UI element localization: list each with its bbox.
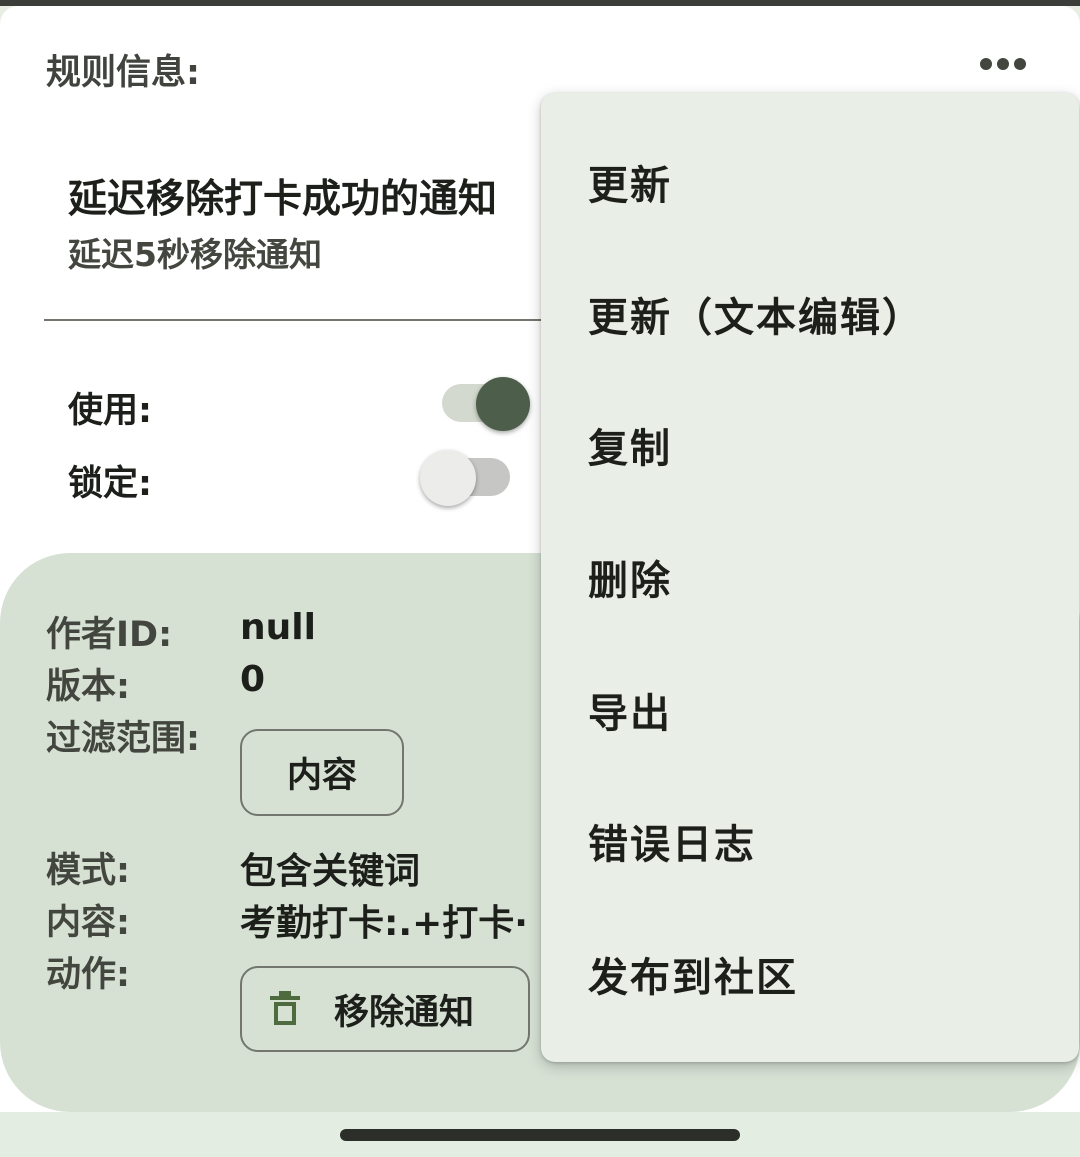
home-indicator[interactable] <box>340 1129 740 1141</box>
author-value: null <box>240 607 316 648</box>
overflow-menu: 更新 更新（文本编辑） 复制 删除 导出 错误日志 发布到社区 <box>541 93 1079 1062</box>
menu-item-export[interactable]: 导出 <box>541 644 1079 776</box>
rule-title: 延迟移除打卡成功的通知 <box>68 177 498 222</box>
trash-icon <box>270 991 300 1025</box>
remove-notification-label: 移除通知 <box>334 992 475 1033</box>
locked-label: 锁定: <box>68 464 152 504</box>
menu-item-update[interactable]: 更新 <box>541 116 1079 248</box>
menu-item-update-text-edit[interactable]: 更新（文本编辑） <box>541 248 1079 380</box>
author-label: 作者ID: <box>46 615 173 655</box>
filter-scope-chip[interactable]: 内容 <box>240 729 404 816</box>
content-label: 内容: <box>46 903 130 943</box>
toggle-thumb <box>420 450 476 506</box>
locked-toggle[interactable] <box>420 450 512 510</box>
version-value: 0 <box>240 659 266 700</box>
enabled-label: 使用: <box>68 391 152 431</box>
enabled-toggle[interactable] <box>442 374 534 434</box>
menu-item-delete[interactable]: 删除 <box>541 511 1079 643</box>
filter-scope-label: 过滤范围: <box>46 719 200 759</box>
mode-label: 模式: <box>46 851 130 891</box>
menu-item-publish-community[interactable]: 发布到社区 <box>541 908 1079 1040</box>
toggle-thumb <box>476 377 530 431</box>
menu-item-copy[interactable]: 复制 <box>541 379 1079 511</box>
mode-value: 包含关键词 <box>240 851 421 892</box>
action-label: 动作: <box>46 955 130 995</box>
version-label: 版本: <box>46 667 130 707</box>
header-title: 规则信息: <box>46 53 200 93</box>
content-value: 考勤打卡:.+打卡· <box>240 903 528 944</box>
menu-item-error-log[interactable]: 错误日志 <box>541 775 1079 907</box>
more-options-button[interactable] <box>972 44 1034 84</box>
rule-subtitle: 延迟5秒移除通知 <box>68 235 322 274</box>
remove-notification-chip[interactable]: 移除通知 <box>240 966 530 1052</box>
